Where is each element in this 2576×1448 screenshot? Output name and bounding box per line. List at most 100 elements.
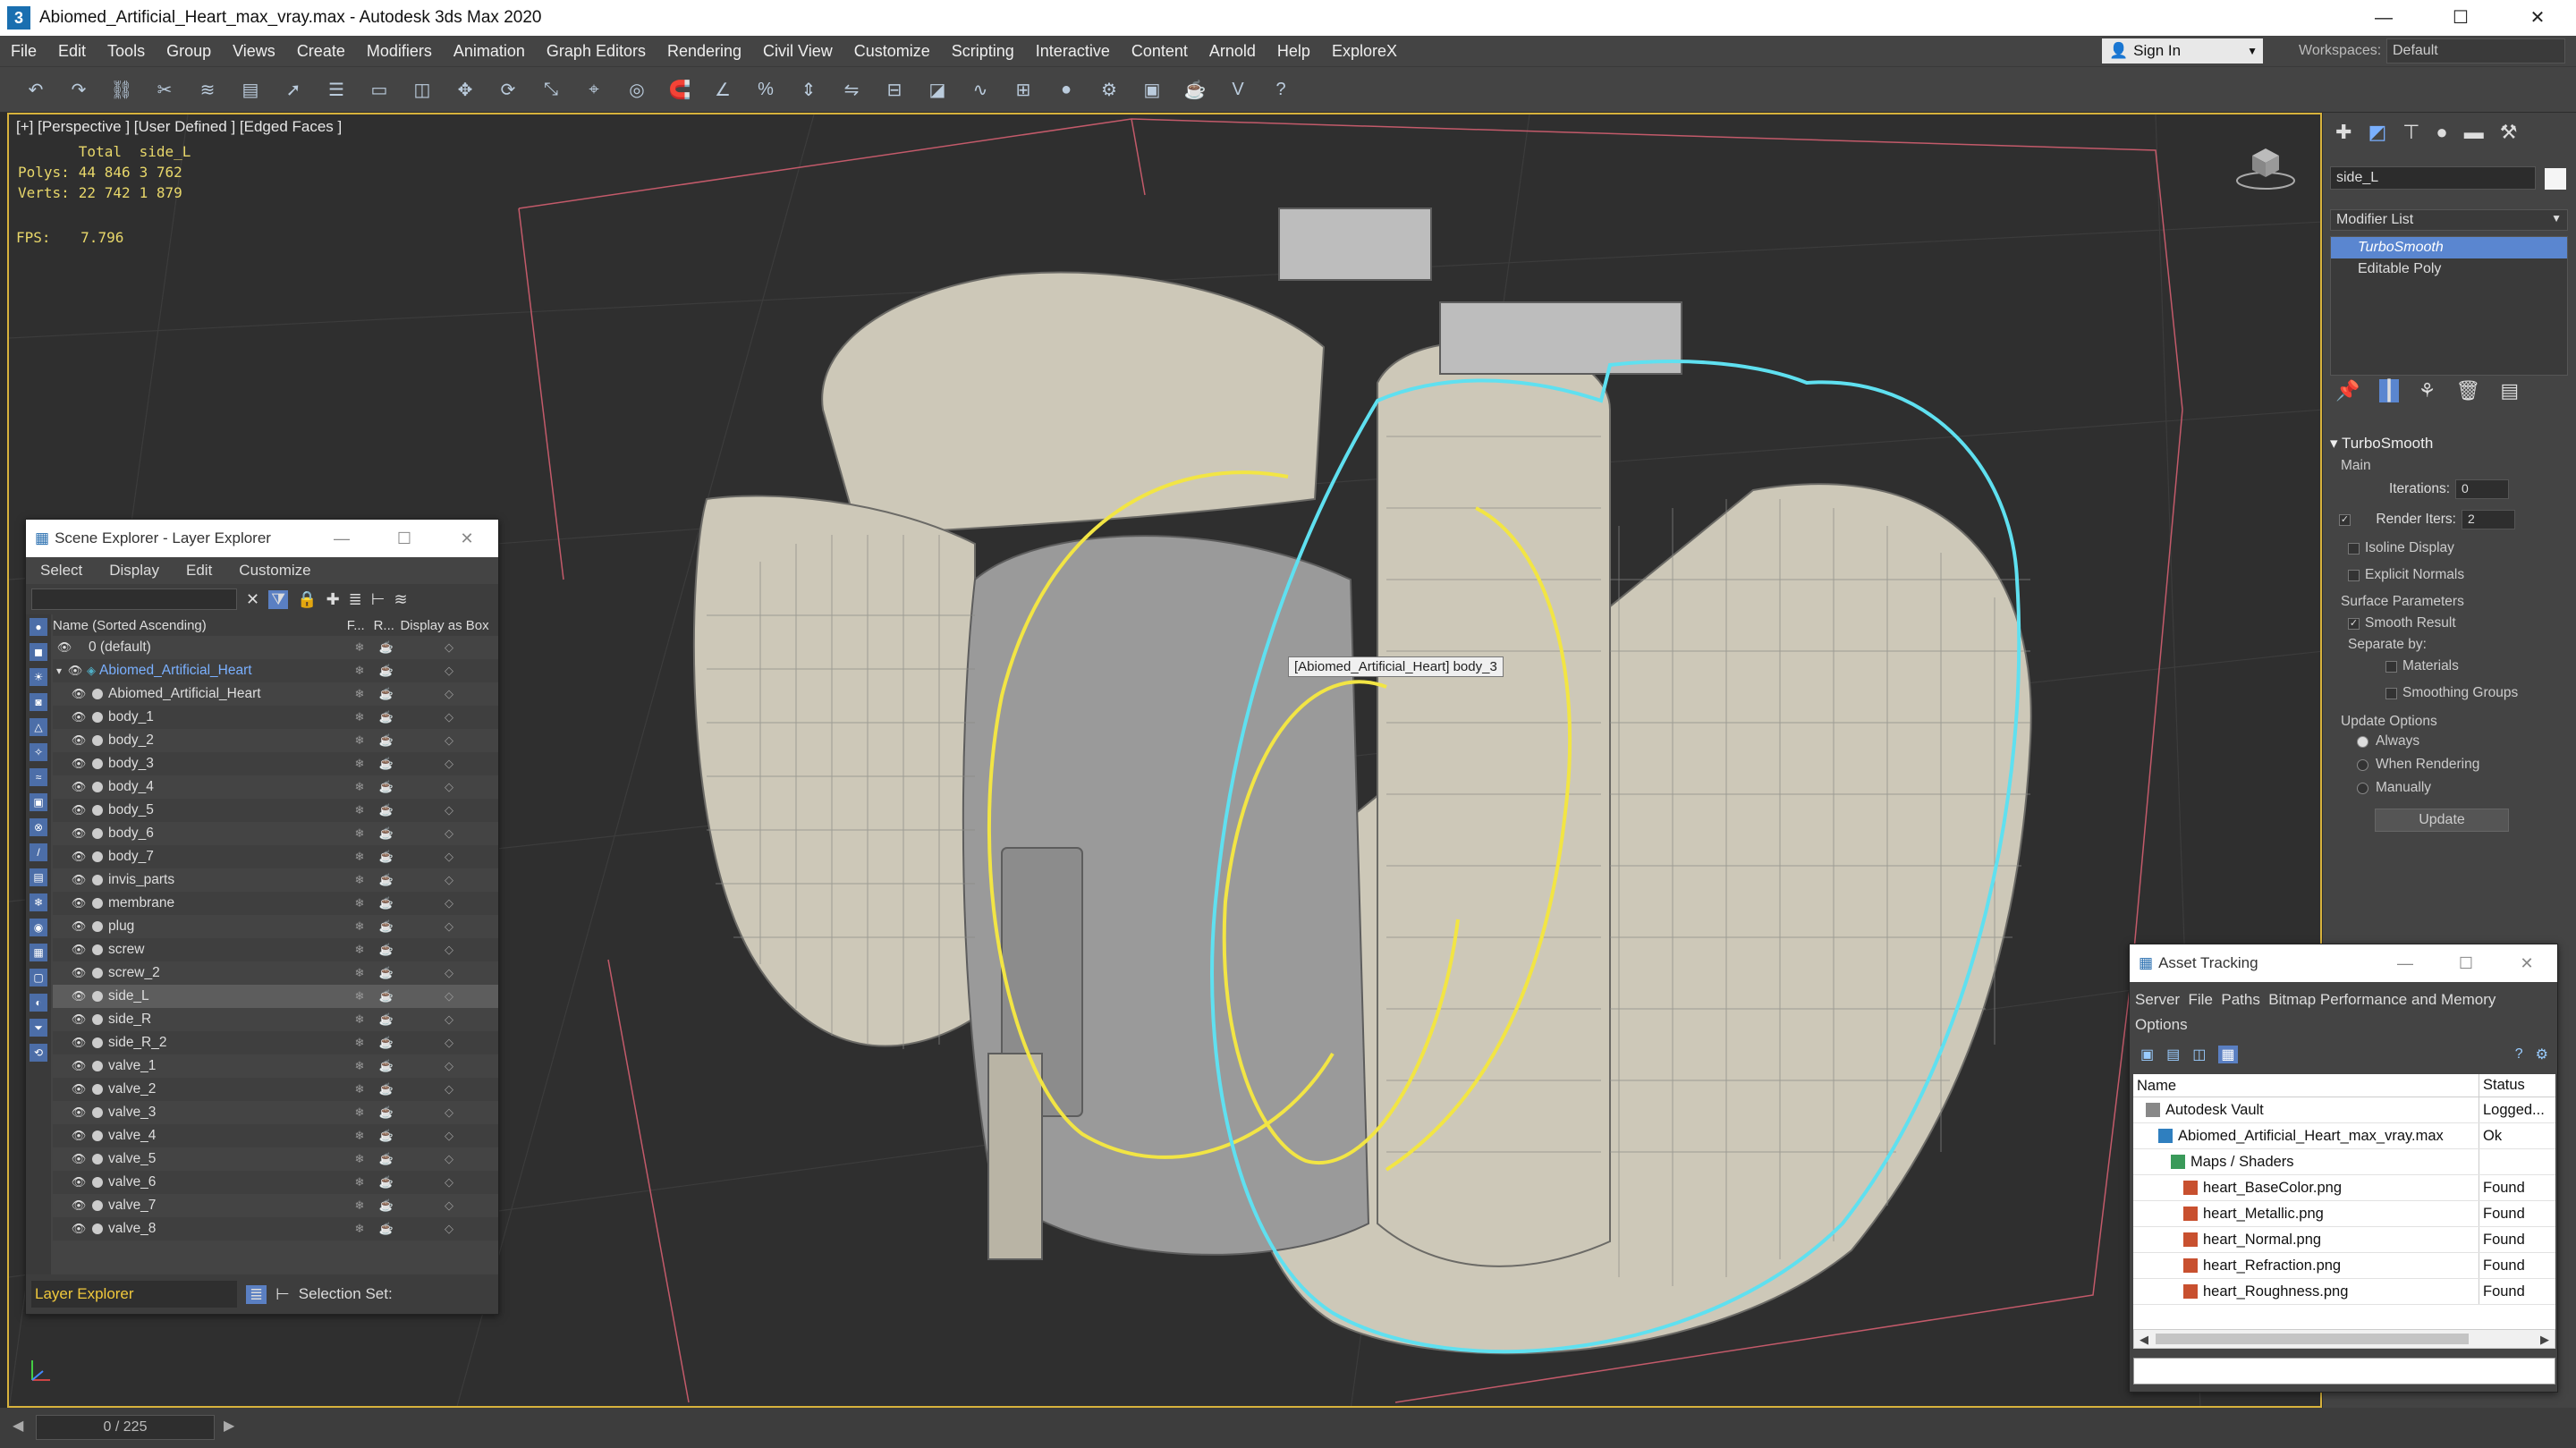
smooth-result-checkbox[interactable]: ✓ xyxy=(2348,617,2360,630)
display-as-box-icon[interactable]: ◇ xyxy=(400,664,498,678)
menu-animation[interactable]: Animation xyxy=(443,42,536,61)
layer-tree-row[interactable]: 👁 valve_6 ❄ ☕ ◇ xyxy=(53,1171,498,1194)
materials-checkbox[interactable] xyxy=(2385,660,2397,673)
sign-in-dropdown[interactable]: 👤 Sign In ▼ xyxy=(2102,38,2263,64)
layer-tree-row[interactable]: 👁 valve_8 ❄ ☕ ◇ xyxy=(53,1217,498,1241)
column-frozen[interactable]: F... xyxy=(347,618,374,633)
freeze-icon[interactable]: ❄ xyxy=(346,966,373,980)
menu-select[interactable]: Select xyxy=(40,562,82,580)
layer-tree-row[interactable]: ▾ 👁 ◈ Abiomed_Artificial_Heart ❄ ☕ ◇ xyxy=(53,659,498,682)
display-as-box-icon[interactable]: ◇ xyxy=(400,757,498,771)
viewcube-icon[interactable] xyxy=(2234,138,2297,191)
renderable-icon[interactable]: ☕ xyxy=(373,664,400,678)
prev-frame-icon[interactable]: ◀ xyxy=(13,1417,23,1435)
visibility-eye-icon[interactable]: 👁 xyxy=(71,1198,87,1213)
freeze-icon[interactable]: ❄ xyxy=(346,757,373,771)
display-invert-icon[interactable]: ◐ xyxy=(30,994,47,1012)
redo-icon[interactable]: ↷ xyxy=(64,75,93,104)
scene-explorer-titlebar[interactable]: ▦ Scene Explorer - Layer Explorer — ☐ ✕ xyxy=(26,520,498,557)
visibility-eye-icon[interactable]: 👁 xyxy=(71,896,87,910)
menu-file[interactable]: File xyxy=(0,42,47,61)
freeze-icon[interactable]: ❄ xyxy=(346,664,373,678)
display-as-box-icon[interactable]: ◇ xyxy=(400,1175,498,1190)
spinner-snap-icon[interactable]: ⇕ xyxy=(794,75,823,104)
display-spacewarps-icon[interactable]: ≈ xyxy=(30,768,47,786)
visibility-eye-icon[interactable]: 👁 xyxy=(71,1175,87,1190)
display-groups-icon[interactable]: ▣ xyxy=(30,793,47,811)
layer-tree-row[interactable]: 👁 body_3 ❄ ☕ ◇ xyxy=(53,752,498,775)
select-by-name-icon[interactable]: ☰ xyxy=(322,75,351,104)
refresh-icon[interactable]: ◫ xyxy=(2192,1046,2206,1063)
hierarchy-icon[interactable]: ⊢ xyxy=(371,590,386,609)
render-iters-checkbox[interactable]: ✓ xyxy=(2339,513,2351,526)
time-slider[interactable]: 0 / 225 xyxy=(36,1415,215,1440)
menu-interactive[interactable]: Interactive xyxy=(1025,42,1121,61)
freeze-icon[interactable]: ❄ xyxy=(346,896,373,910)
materials-option[interactable]: Materials xyxy=(2330,653,2568,680)
align-icon[interactable]: ⊟ xyxy=(880,75,909,104)
display-containers-icon[interactable]: ▤ xyxy=(30,868,47,886)
scroll-left-icon[interactable]: ◀ xyxy=(2140,1333,2148,1347)
pivot-icon[interactable]: ◎ xyxy=(623,75,651,104)
explicit-normals-option[interactable]: Explicit Normals xyxy=(2330,562,2568,589)
layer-tree-row[interactable]: 👁 side_R_2 ❄ ☕ ◇ xyxy=(53,1031,498,1054)
settings-icon[interactable]: ⚙ xyxy=(2536,1046,2548,1063)
visibility-eye-icon[interactable]: 👁 xyxy=(71,826,87,841)
display-as-box-icon[interactable]: ◇ xyxy=(400,1198,498,1213)
visibility-eye-icon[interactable]: 👁 xyxy=(71,1222,87,1236)
filter-icon[interactable]: ⧩ xyxy=(268,589,289,609)
stack-item-turbosmooth[interactable]: TurboSmooth xyxy=(2331,237,2567,258)
visibility-eye-icon[interactable]: 👁 xyxy=(71,1082,87,1097)
lock-icon[interactable]: 🔒 xyxy=(297,590,317,609)
asset-tracking-titlebar[interactable]: ▦ Asset Tracking — ☐ ✕ xyxy=(2130,944,2557,982)
mirror-icon[interactable]: ⇋ xyxy=(837,75,866,104)
menu-arnold[interactable]: Arnold xyxy=(1199,42,1267,61)
display-as-box-icon[interactable]: ◇ xyxy=(400,1082,498,1097)
layer-tree-row[interactable]: 👁 body_6 ❄ ☕ ◇ xyxy=(53,822,498,845)
freeze-icon[interactable]: ❄ xyxy=(346,1129,373,1143)
layer-tree-row[interactable]: 👁 side_R ❄ ☕ ◇ xyxy=(53,1008,498,1031)
asset-column-status[interactable]: Status xyxy=(2479,1074,2555,1097)
move-icon[interactable]: ✥ xyxy=(451,75,479,104)
visibility-eye-icon[interactable]: 👁 xyxy=(71,1105,87,1120)
freeze-icon[interactable]: ❄ xyxy=(346,1198,373,1213)
display-none-icon[interactable]: ▢ xyxy=(30,969,47,987)
display-as-box-icon[interactable]: ◇ xyxy=(400,1152,498,1166)
display-objects-icon[interactable]: ● xyxy=(30,618,47,636)
layer-tree-row[interactable]: 👁 invis_parts ❄ ☕ ◇ xyxy=(53,868,498,892)
angle-snap-icon[interactable]: ∠ xyxy=(708,75,737,104)
modify-tab-icon[interactable]: ◩ xyxy=(2368,121,2386,144)
display-as-box-icon[interactable]: ◇ xyxy=(400,873,498,887)
always-option[interactable]: Always xyxy=(2330,730,2568,753)
display-as-box-icon[interactable]: ◇ xyxy=(400,850,498,864)
freeze-icon[interactable]: ❄ xyxy=(346,803,373,817)
schematic-icon[interactable]: ⊞ xyxy=(1009,75,1038,104)
smoothing-groups-checkbox[interactable] xyxy=(2385,687,2397,699)
update-button[interactable]: Update xyxy=(2375,809,2509,832)
rollout-title[interactable]: ▾ TurboSmooth xyxy=(2330,435,2568,458)
freeze-icon[interactable]: ❄ xyxy=(346,640,373,655)
freeze-icon[interactable]: ❄ xyxy=(346,850,373,864)
renderable-icon[interactable]: ☕ xyxy=(373,896,400,910)
renderable-icon[interactable]: ☕ xyxy=(373,873,400,887)
workspaces-select[interactable]: Default xyxy=(2386,38,2565,64)
menu-views[interactable]: Views xyxy=(222,42,286,61)
next-frame-icon[interactable]: ▶ xyxy=(224,1417,234,1435)
display-as-box-icon[interactable]: ◇ xyxy=(400,826,498,841)
restore-icon[interactable]: ☐ xyxy=(2436,944,2496,982)
asset-row[interactable]: heart_Roughness.png Found xyxy=(2133,1279,2555,1305)
manually-radio[interactable] xyxy=(2357,782,2368,794)
scroll-right-icon[interactable]: ▶ xyxy=(2540,1333,2549,1347)
asset-path-field[interactable] xyxy=(2133,1358,2555,1384)
column-renderable[interactable]: R... xyxy=(374,618,401,633)
stack-item-editable-poly[interactable]: Editable Poly xyxy=(2331,258,2567,280)
asset-menu-options[interactable]: Options xyxy=(2135,1012,2552,1037)
renderable-icon[interactable]: ☕ xyxy=(373,1036,400,1050)
renderable-icon[interactable]: ☕ xyxy=(373,710,400,724)
display-frozen-icon[interactable]: ❄ xyxy=(30,893,47,911)
display-as-box-icon[interactable]: ◇ xyxy=(400,780,498,794)
vault-icon[interactable]: ▣ xyxy=(2140,1046,2154,1063)
layer-tree-row[interactable]: 👁 body_5 ❄ ☕ ◇ xyxy=(53,799,498,822)
display-as-box-icon[interactable]: ◇ xyxy=(400,733,498,748)
renderable-icon[interactable]: ☕ xyxy=(373,1152,400,1166)
